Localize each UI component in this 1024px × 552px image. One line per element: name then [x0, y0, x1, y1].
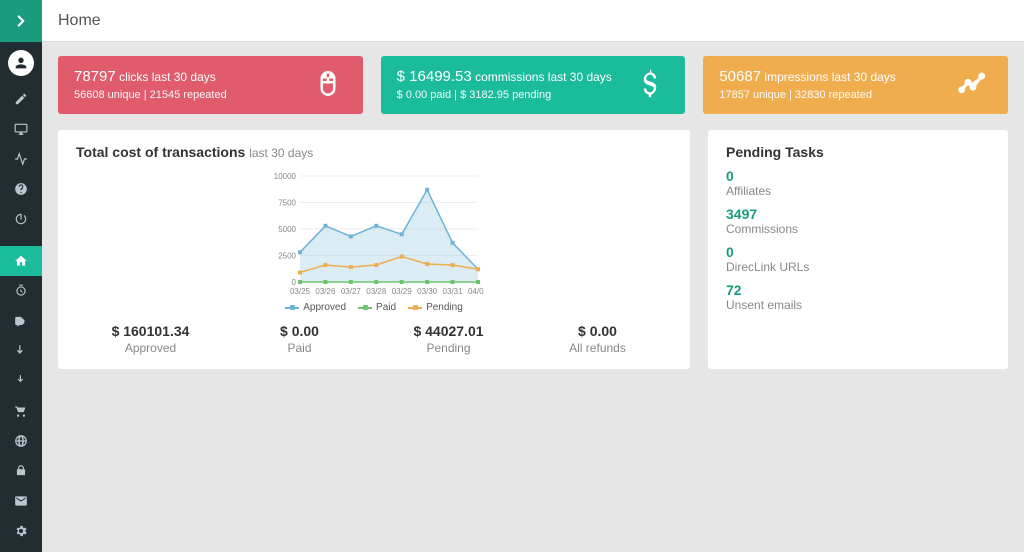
chart-container: 0 2500 5000 7500 10000 03/25 03/26 03/27 03/28 03…	[76, 170, 672, 300]
impressions-line1: 50687 impressions last 30 days	[719, 68, 992, 85]
task-direclink[interactable]: 0DirecLink URLs	[726, 244, 990, 274]
page-title: Home	[58, 12, 101, 30]
svg-text:0: 0	[292, 278, 297, 287]
commissions-card[interactable]: $ 16499.53 commissions last 30 days $ 0.…	[381, 56, 686, 114]
trend-icon	[958, 69, 988, 102]
pending-tasks-panel: Pending Tasks 0Affiliates 3497Commission…	[708, 130, 1008, 369]
sidebar-tools[interactable]	[0, 546, 42, 552]
sidebar-pointer2[interactable]	[0, 366, 42, 396]
svg-text:03/31: 03/31	[443, 287, 464, 296]
lower-row: Total cost of transactions last 30 days …	[58, 130, 1008, 369]
summary-pending: $ 44027.01Pending	[374, 323, 523, 355]
sidebar-gear[interactable]	[0, 516, 42, 546]
svg-text:03/30: 03/30	[417, 287, 438, 296]
svg-text:04/01: 04/01	[468, 287, 484, 296]
mouse-icon	[313, 69, 343, 102]
transactions-title: Total cost of transactions last 30 days	[76, 144, 672, 160]
summary-approved: $ 160101.34Approved	[76, 323, 225, 355]
sidebar-edit[interactable]	[0, 84, 42, 114]
clicks-label: clicks last 30 days	[119, 70, 216, 84]
svg-text:03/27: 03/27	[341, 287, 362, 296]
sidebar-pointer[interactable]	[0, 336, 42, 366]
clicks-line1: 78797 clicks last 30 days	[74, 68, 347, 85]
svg-text:2500: 2500	[278, 252, 296, 261]
task-affiliates[interactable]: 0Affiliates	[726, 168, 990, 198]
impressions-card[interactable]: 50687 impressions last 30 days 17857 uni…	[703, 56, 1008, 114]
sidebar-basket[interactable]	[0, 396, 42, 426]
sidebar-globe[interactable]	[0, 426, 42, 456]
summary-row: $ 160101.34Approved $ 0.00Paid $ 44027.0…	[76, 323, 672, 355]
summary-paid: $ 0.00Paid	[225, 323, 374, 355]
main-content: 78797 clicks last 30 days 56608 unique |…	[42, 42, 1024, 552]
commissions-value: $ 16499.53	[397, 68, 472, 85]
svg-text:5000: 5000	[278, 225, 296, 234]
legend-paid: Paid	[358, 302, 396, 313]
svg-text:10000: 10000	[274, 172, 297, 181]
legend-pending: Pending	[408, 302, 463, 313]
commissions-line1: $ 16499.53 commissions last 30 days	[397, 68, 670, 85]
task-emails[interactable]: 72Unsent emails	[726, 282, 990, 312]
task-commissions[interactable]: 3497Commissions	[726, 206, 990, 236]
sidebar-help[interactable]	[0, 174, 42, 204]
sidebar-avatar[interactable]	[0, 42, 42, 84]
clicks-value: 78797	[74, 68, 116, 85]
sidebar-announce[interactable]	[0, 306, 42, 336]
sidebar-home[interactable]	[0, 246, 42, 276]
summary-refunds: $ 0.00All refunds	[523, 323, 672, 355]
legend-approved: Approved	[285, 302, 346, 313]
sidebar-desktop[interactable]	[0, 114, 42, 144]
stat-cards-row: 78797 clicks last 30 days 56608 unique |…	[58, 56, 1008, 114]
avatar-icon	[8, 50, 34, 76]
impressions-label: impressions last 30 days	[764, 70, 895, 84]
sidebar-timer[interactable]	[0, 276, 42, 306]
svg-text:03/26: 03/26	[315, 287, 336, 296]
commissions-sub: $ 0.00 paid | $ 3182.95 pending	[397, 89, 670, 101]
impressions-value: 50687	[719, 68, 761, 85]
transactions-panel: Total cost of transactions last 30 days …	[58, 130, 690, 369]
impressions-sub: 17857 unique | 32830 repeated	[719, 89, 992, 101]
svg-text:7500: 7500	[278, 199, 296, 208]
clicks-card[interactable]: 78797 clicks last 30 days 56608 unique |…	[58, 56, 363, 114]
transactions-chart: 0 2500 5000 7500 10000 03/25 03/26 03/27 03/28 03…	[264, 170, 484, 300]
dollar-icon	[635, 69, 665, 102]
topbar: Home	[42, 0, 1024, 42]
commissions-label: commissions last 30 days	[475, 70, 612, 84]
svg-text:03/28: 03/28	[366, 287, 387, 296]
chart-legend: Approved Paid Pending	[76, 302, 672, 313]
sidebar-power[interactable]	[0, 204, 42, 234]
pending-tasks-title: Pending Tasks	[726, 144, 990, 160]
sidebar-money[interactable]	[0, 456, 42, 486]
sidebar	[0, 0, 42, 552]
sidebar-activity[interactable]	[0, 144, 42, 174]
sidebar-mail[interactable]	[0, 486, 42, 516]
sidebar-logo[interactable]	[0, 0, 42, 42]
svg-text:03/29: 03/29	[392, 287, 413, 296]
clicks-sub: 56608 unique | 21545 repeated	[74, 89, 347, 101]
svg-text:03/25: 03/25	[290, 287, 311, 296]
